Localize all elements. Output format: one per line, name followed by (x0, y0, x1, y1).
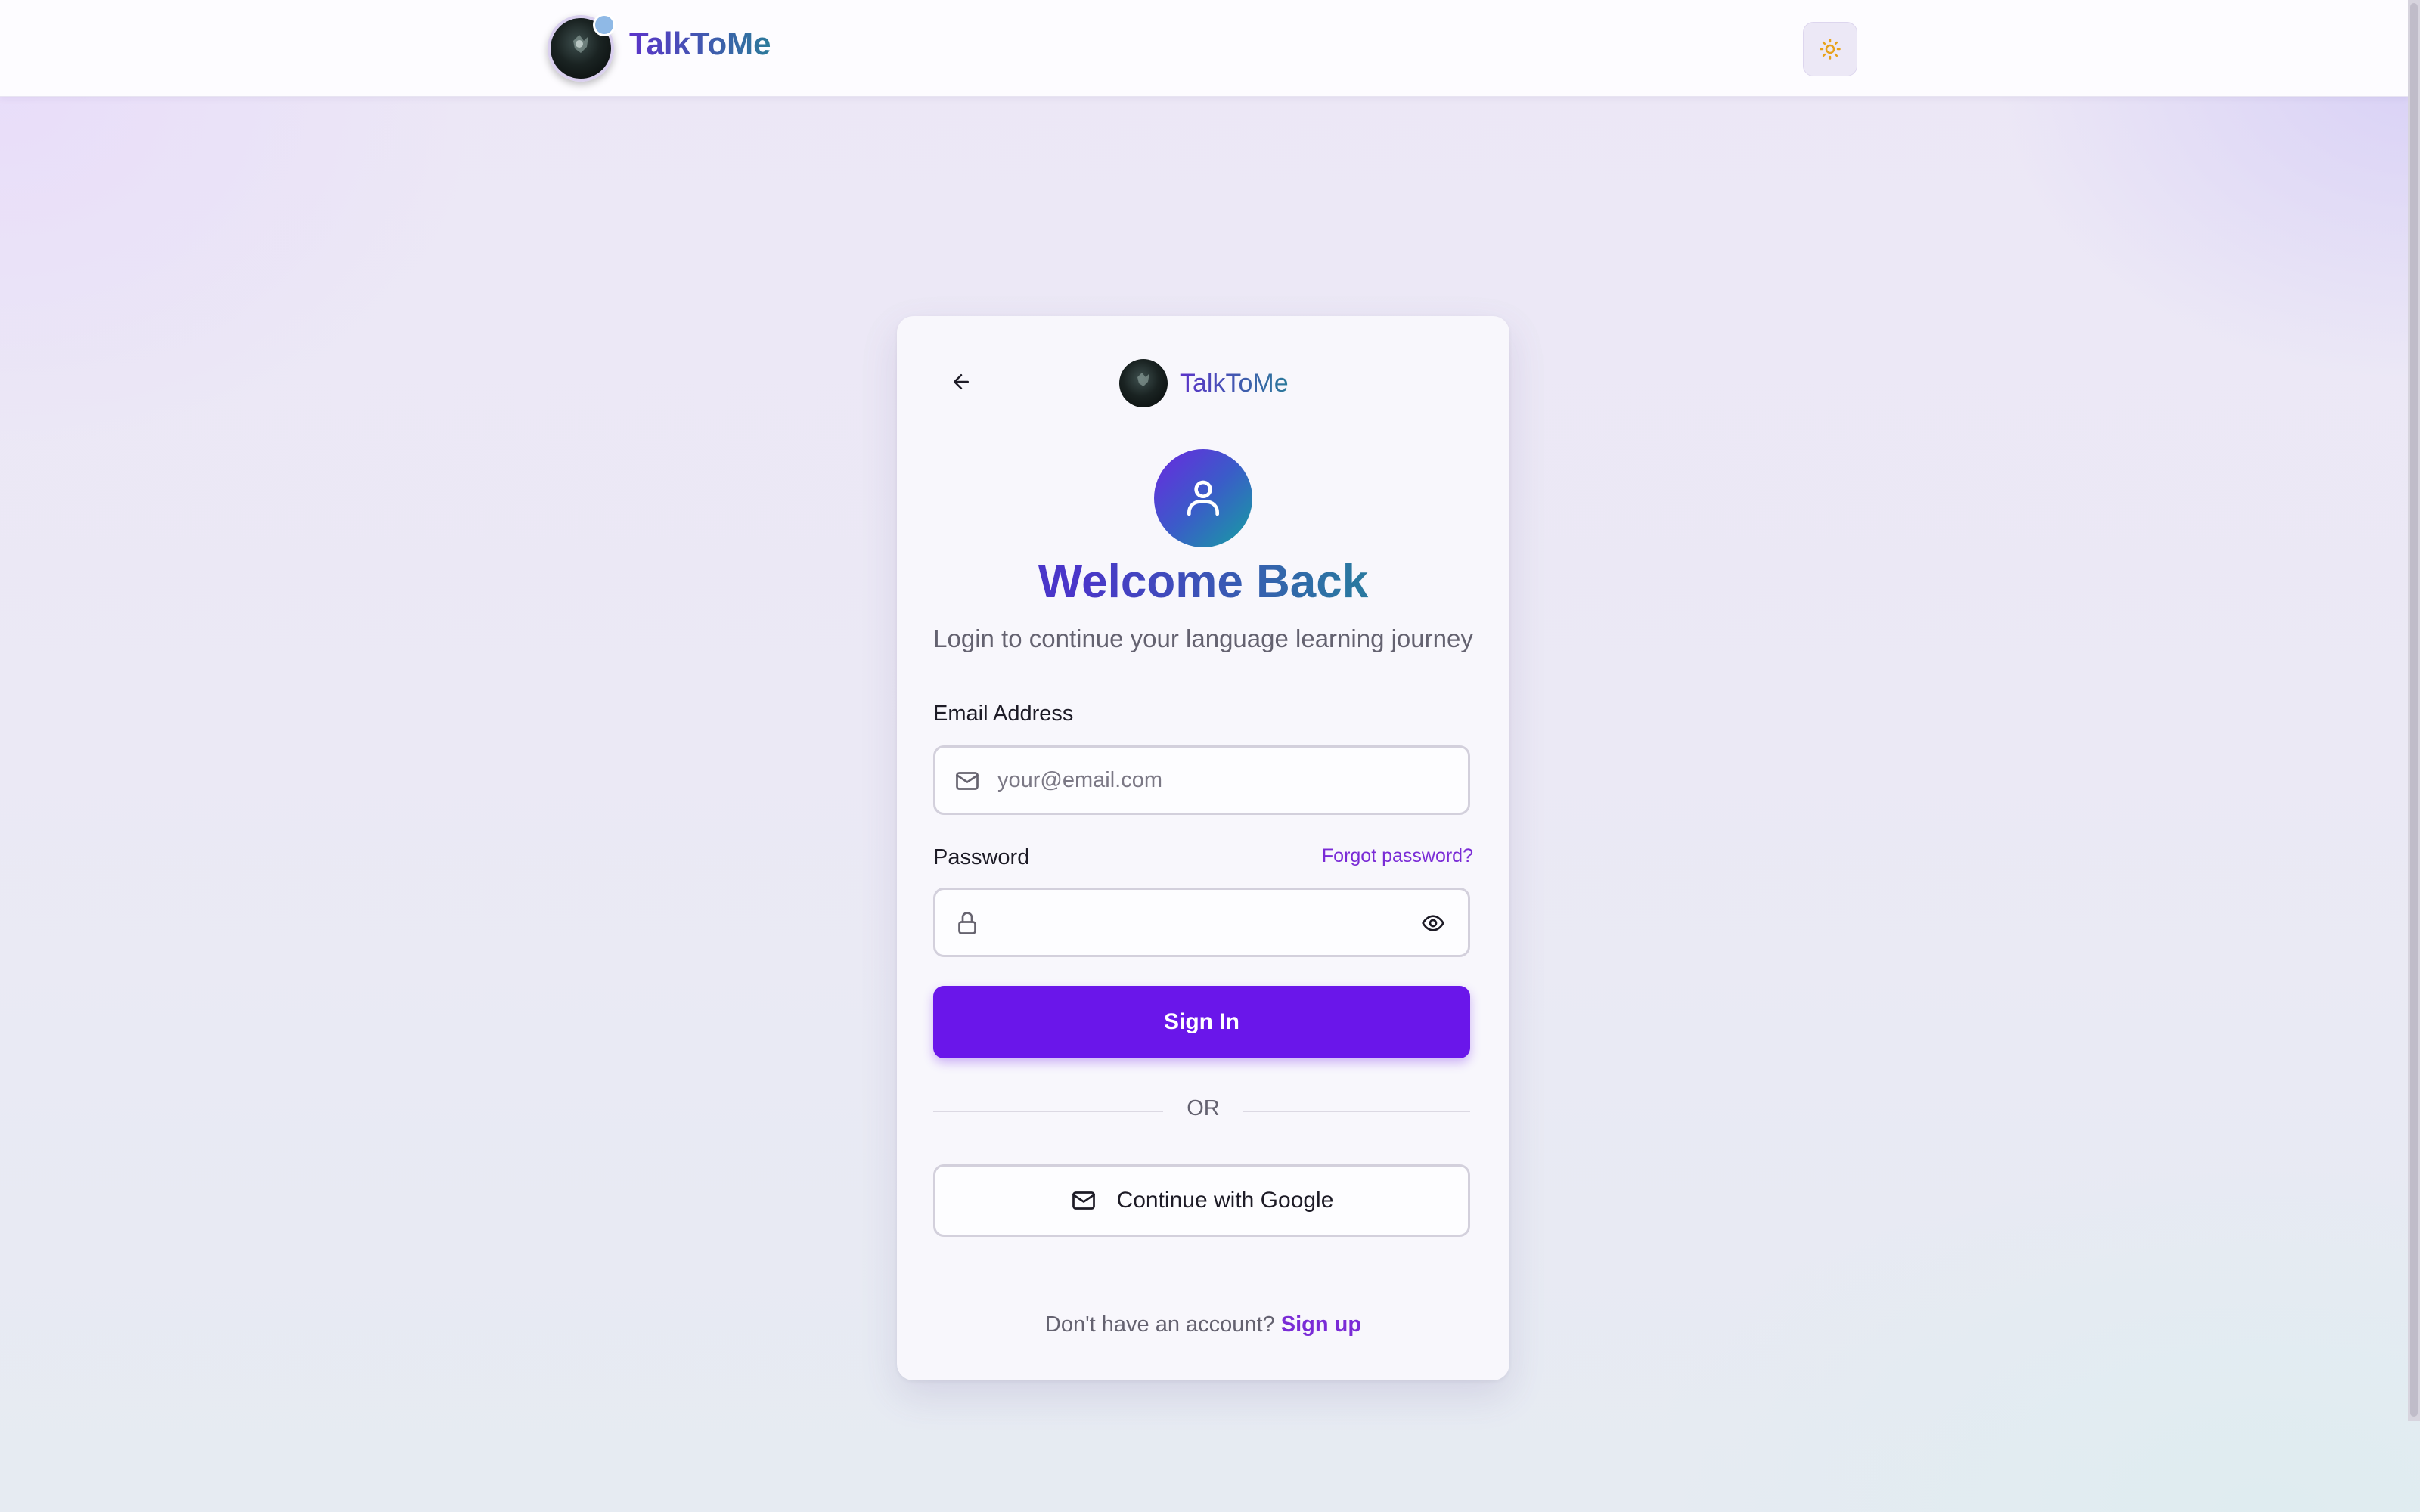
sun-icon (1820, 39, 1841, 60)
page-subtitle: Login to continue your language learning… (933, 624, 1473, 652)
email-input[interactable] (997, 748, 1421, 813)
lock-icon (958, 912, 976, 934)
google-button-label: Continue with Google (1116, 1188, 1334, 1213)
sign-in-button[interactable]: Sign In (933, 986, 1470, 1058)
scrollbar-thumb[interactable] (2410, 3, 2418, 1417)
online-status-dot (593, 14, 616, 36)
app-logo[interactable] (548, 14, 616, 82)
back-button[interactable] (942, 363, 980, 401)
forgot-password-link[interactable]: Forgot password? (1322, 845, 1473, 867)
toggle-password-visibility-button[interactable] (1418, 908, 1448, 938)
user-avatar (1154, 449, 1252, 547)
login-card: TalkToMe Welcome Back Login to continue … (897, 316, 1509, 1380)
page-scrollbar[interactable] (2408, 0, 2420, 1421)
email-field[interactable] (933, 745, 1470, 815)
top-navbar: TalkToMe (0, 0, 2408, 97)
divider-label: OR (1187, 1096, 1220, 1120)
eye-icon (1422, 915, 1444, 931)
signup-prompt: Don't have an account? (1044, 1312, 1275, 1337)
divider-right (1243, 1111, 1470, 1112)
divider-left (933, 1111, 1163, 1112)
password-label: Password (933, 845, 1030, 869)
signup-prompt-row: Don't have an account? Sign up (897, 1312, 1509, 1337)
card-brand-name: TalkToMe (1180, 368, 1289, 398)
card-logo-image (1119, 359, 1168, 407)
card-brand: TalkToMe (1119, 358, 1289, 408)
user-icon (1187, 480, 1219, 516)
page-title: Welcome Back (897, 555, 1509, 609)
sign-up-link[interactable]: Sign up (1281, 1312, 1361, 1337)
brand-name[interactable]: TalkToMe (629, 26, 771, 62)
theme-toggle-button[interactable] (1803, 22, 1857, 76)
password-field[interactable] (933, 888, 1470, 957)
arrow-left-icon (954, 374, 969, 389)
mail-icon (956, 772, 979, 790)
continue-with-google-button[interactable]: Continue with Google (933, 1164, 1470, 1237)
password-input[interactable] (997, 890, 1421, 955)
mail-icon (1072, 1191, 1095, 1210)
email-label: Email Address (933, 702, 1074, 726)
